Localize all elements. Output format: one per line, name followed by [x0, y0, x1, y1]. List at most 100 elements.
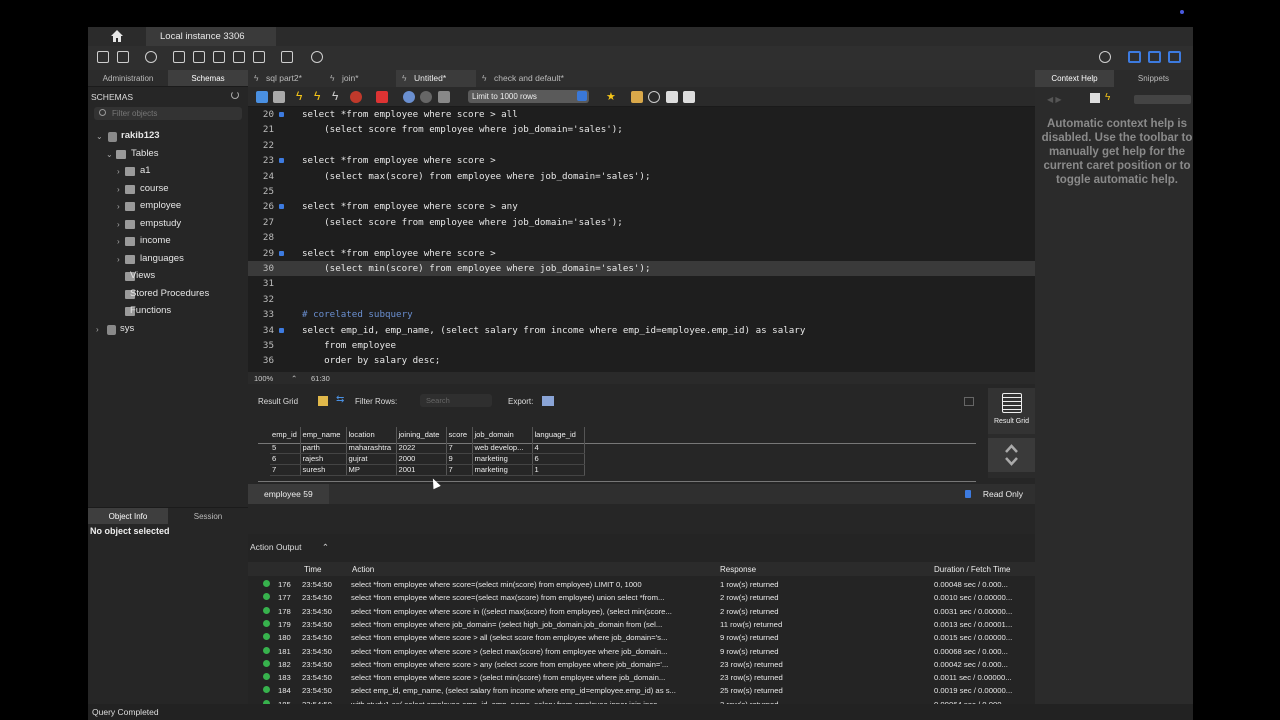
result-grid[interactable]: emp_id emp_name location joining_date score j… — [270, 427, 976, 487]
table-row[interactable]: 7 suresh MP 2001 7 marketing 1 — [270, 464, 585, 476]
grid-cell[interactable]: marketing — [472, 464, 533, 476]
list-item[interactable]: 184 23:54:50 select emp_id, emp_name, (sel… — [254, 684, 1026, 697]
grid-cell[interactable]: marketing — [472, 453, 533, 465]
tab-untitled[interactable]: ϟ Untitled* — [396, 70, 476, 87]
grid-cell[interactable]: 2001 — [396, 464, 447, 476]
auto-help-icon[interactable]: ϟ — [1105, 92, 1110, 103]
autocommit-icon[interactable] — [438, 91, 450, 103]
beautify-icon[interactable]: ★ — [606, 90, 618, 103]
list-item[interactable]: 182 23:54:50 select *from employee where s… — [254, 658, 1026, 671]
code-line[interactable]: 26 select *from employee where score > an… — [248, 199, 1035, 214]
code-line[interactable]: 33 # corelated subquery — [248, 307, 1035, 322]
grid-cell[interactable]: 1 — [532, 464, 585, 476]
limit-rows-select[interactable]: Limit to 1000 rows — [468, 90, 589, 103]
code-line[interactable]: 25 — [248, 184, 1035, 199]
tab-sql-part2[interactable]: ϟ sql part2* — [248, 70, 324, 87]
commit-icon[interactable] — [403, 91, 415, 103]
reconnect-icon[interactable] — [310, 50, 324, 64]
zoom-stepper-icon[interactable]: ⌃ — [291, 374, 297, 383]
tab-session[interactable]: Session — [168, 508, 248, 524]
code-line[interactable]: 23 select *from employee where score > — [248, 153, 1035, 168]
table-row[interactable]: 5 parth maharashtra 2022 7 web develop... 4 — [270, 442, 585, 454]
code-line[interactable]: 22 — [248, 138, 1035, 153]
grid-column-header[interactable]: joining_date — [396, 427, 447, 442]
code-line[interactable]: 27 (select score from employee where job… — [248, 215, 1035, 230]
create-view-icon[interactable] — [212, 50, 226, 64]
execute-icon[interactable]: ϟ — [296, 89, 308, 103]
tab-administration[interactable]: Administration — [88, 70, 168, 86]
toggle-continue-on-error-icon[interactable] — [376, 91, 388, 103]
grid-view-icon[interactable] — [318, 396, 328, 406]
col-response[interactable]: Response — [720, 565, 756, 574]
open-sql-script-icon[interactable] — [116, 50, 130, 64]
connection-tab[interactable]: Local instance 3306 — [146, 27, 276, 46]
code-line[interactable]: 36 order by salary desc; — [248, 353, 1035, 368]
back-forward-icon[interactable]: ◀ ▶ — [1047, 95, 1062, 104]
tab-object-info[interactable]: Object Info — [88, 508, 168, 524]
code-line[interactable]: 21 (select score from employee where job… — [248, 122, 1035, 137]
code-line[interactable]: 24 (select max(score) from employee wher… — [248, 169, 1035, 184]
filter-rows-input[interactable]: Search — [420, 394, 492, 407]
toggle-output-icon[interactable] — [1148, 51, 1161, 63]
more-views-button[interactable] — [988, 438, 1035, 472]
grid-column-header[interactable]: emp_id — [270, 427, 301, 442]
find-replace-icon[interactable] — [631, 91, 643, 103]
code-line[interactable]: 34 select emp_id, emp_name, (select salar… — [248, 323, 1035, 338]
zoom-level[interactable]: 100% — [254, 374, 273, 383]
grid-cell[interactable]: 2022 — [396, 442, 447, 454]
new-sql-tab-icon[interactable] — [96, 50, 110, 64]
code-line[interactable]: 31 — [248, 276, 1035, 291]
list-item[interactable]: 181 23:54:50 select *from employee where s… — [254, 645, 1026, 658]
grid-cell[interactable]: parth — [300, 442, 347, 454]
list-item[interactable]: 180 23:54:50 select *from employee where s… — [254, 631, 1026, 644]
inspect-schema-icon[interactable] — [144, 50, 158, 64]
list-item[interactable]: 178 23:54:50 select *from employee where s… — [254, 605, 1026, 618]
col-time[interactable]: Time — [304, 565, 321, 574]
save-icon[interactable] — [273, 91, 285, 103]
create-function-icon[interactable] — [252, 50, 266, 64]
grid-cell[interactable]: 5 — [270, 442, 301, 454]
tab-check-and-default[interactable]: ϟ check and default* — [476, 70, 576, 87]
grid-column-header[interactable]: emp_name — [300, 427, 347, 442]
result-tab-employee[interactable]: employee 59 — [248, 484, 329, 504]
grid-cell[interactable]: 4 — [532, 442, 585, 454]
grid-cell[interactable]: suresh — [300, 464, 347, 476]
code-line[interactable]: 29 select *from employee where score > — [248, 246, 1035, 261]
search-table-data-icon[interactable] — [280, 50, 294, 64]
export-icon[interactable] — [542, 396, 554, 406]
list-item[interactable]: 179 23:54:50 select *from employee where j… — [254, 618, 1026, 631]
grid-cell[interactable]: rajesh — [300, 453, 347, 465]
execute-current-icon[interactable]: ϟ — [314, 89, 326, 103]
manual-help-icon[interactable] — [1090, 93, 1100, 103]
grid-column-header[interactable]: score — [446, 427, 473, 442]
col-duration[interactable]: Duration / Fetch Time — [934, 565, 1010, 574]
stop-icon[interactable] — [350, 91, 362, 103]
tab-context-help[interactable]: Context Help — [1035, 70, 1114, 87]
tab-schemas[interactable]: Schemas — [168, 70, 248, 86]
grid-cell[interactable]: 6 — [532, 453, 585, 465]
rollback-icon[interactable] — [420, 91, 432, 103]
toggle-sidebar-icon[interactable] — [1128, 51, 1141, 63]
grid-cell[interactable]: gujrat — [346, 453, 397, 465]
grid-cell[interactable]: MP — [346, 464, 397, 476]
tab-snippets[interactable]: Snippets — [1114, 70, 1193, 87]
create-table-icon[interactable] — [192, 50, 206, 64]
grid-cell[interactable]: maharashtra — [346, 442, 397, 454]
grid-cell[interactable]: 7 — [446, 464, 473, 476]
explain-icon[interactable]: ϟ — [332, 89, 344, 103]
grid-cell[interactable]: web develop... — [472, 442, 533, 454]
list-item[interactable]: 176 23:54:50 select *from employee where s… — [254, 578, 1026, 591]
refresh-icon[interactable] — [231, 91, 239, 99]
grid-column-header[interactable]: location — [346, 427, 397, 442]
list-item[interactable]: 183 23:54:50 select *from employee where s… — [254, 671, 1026, 684]
table-row[interactable]: 6 rajesh gujrat 2000 9 marketing 6 — [270, 453, 585, 465]
result-grid-button[interactable]: Result Grid — [988, 388, 1035, 434]
create-schema-icon[interactable] — [172, 50, 186, 64]
settings-gear-icon[interactable] — [1098, 50, 1112, 64]
grid-column-header[interactable]: job_domain — [472, 427, 533, 442]
tab-join[interactable]: ϟ join* — [324, 70, 396, 87]
refresh-results-icon[interactable]: ⇆ — [336, 394, 344, 405]
col-action[interactable]: Action — [352, 565, 374, 574]
code-line[interactable]: 32 — [248, 292, 1035, 307]
open-file-icon[interactable] — [256, 91, 268, 103]
